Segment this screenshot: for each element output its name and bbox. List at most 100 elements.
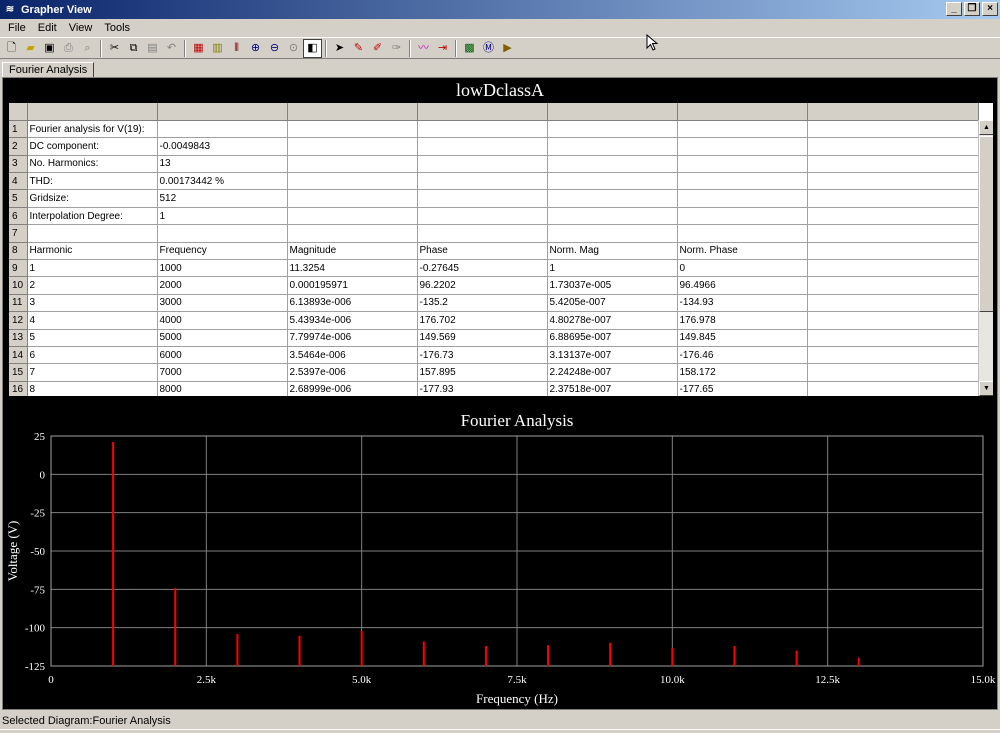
table-cell[interactable]: 4000 <box>157 311 288 330</box>
table-cell[interactable]: Frequency <box>157 242 288 261</box>
table-cell[interactable]: 176.702 <box>417 311 548 330</box>
table-cell[interactable] <box>547 172 678 191</box>
row-number[interactable]: 16 <box>9 381 28 396</box>
menu-file[interactable]: File <box>2 19 32 37</box>
table-cell[interactable] <box>677 155 808 174</box>
table-cell[interactable]: 158.172 <box>677 363 808 382</box>
table-cell[interactable]: 8 <box>27 381 158 396</box>
column-header[interactable] <box>677 103 808 121</box>
table-cell[interactable]: 5.4205e-007 <box>547 294 678 313</box>
scroll-thumb[interactable] <box>979 136 993 312</box>
cut-icon[interactable]: ✂ <box>105 39 124 58</box>
table-cell[interactable] <box>547 137 678 156</box>
table-cell[interactable]: 176.978 <box>677 311 808 330</box>
table-cell[interactable]: 2000 <box>157 276 288 295</box>
add-marker-icon[interactable]: 〰 <box>414 39 433 58</box>
copy-icon[interactable]: ⧉ <box>124 39 143 58</box>
bar-icon[interactable]: ⫴ <box>227 39 246 58</box>
table-cell[interactable]: -134.93 <box>677 294 808 313</box>
row-number[interactable]: 14 <box>9 346 28 365</box>
table-cell[interactable]: 3.5464e-006 <box>287 346 418 365</box>
overlay-icon[interactable]: ▶ <box>498 39 517 58</box>
column-header[interactable] <box>287 103 418 121</box>
row-number[interactable]: 10 <box>9 276 28 295</box>
toggle-marker-icon[interactable]: ✐ <box>368 39 387 58</box>
row-number[interactable]: 12 <box>9 311 28 330</box>
table-cell[interactable]: 13 <box>157 155 288 174</box>
column-header[interactable] <box>807 103 979 121</box>
table-cell[interactable]: -177.93 <box>417 381 548 396</box>
row-number[interactable]: 2 <box>9 137 28 156</box>
table-cell[interactable]: 6.88695e-007 <box>547 329 678 347</box>
table-cell[interactable]: 3.13137e-007 <box>547 346 678 365</box>
table-cell[interactable]: -176.46 <box>677 346 808 365</box>
table-cell[interactable]: -135.2 <box>417 294 548 313</box>
scroll-down-button[interactable]: ▼ <box>979 381 993 396</box>
table-cell[interactable] <box>287 189 418 208</box>
table-cell[interactable] <box>677 137 808 156</box>
table-cell[interactable]: No. Harmonics: <box>27 155 158 174</box>
menu-view[interactable]: View <box>63 19 99 37</box>
table-cell[interactable]: 5000 <box>157 329 288 347</box>
table-cell[interactable]: 2.5397e-006 <box>287 363 418 382</box>
table-cell[interactable] <box>547 189 678 208</box>
close-button[interactable]: × <box>982 2 998 16</box>
table-cell[interactable] <box>677 224 808 243</box>
table-cell[interactable] <box>287 155 418 174</box>
column-header[interactable] <box>27 103 158 121</box>
zoom-fit-icon[interactable]: ⊙ <box>284 39 303 58</box>
export-icon[interactable]: ⇥ <box>433 39 452 58</box>
table-cell[interactable]: 5.43934e-006 <box>287 311 418 330</box>
select-marker-icon[interactable]: ➤ <box>330 39 349 58</box>
reverse-colors-icon[interactable]: ◧ <box>303 38 322 58</box>
menu-tools[interactable]: Tools <box>98 19 136 37</box>
table-cell[interactable]: 5 <box>27 329 158 347</box>
table-cell[interactable]: 1 <box>157 207 288 226</box>
table-cell[interactable]: 0 <box>677 259 808 278</box>
row-number[interactable]: 5 <box>9 189 28 208</box>
table-cell[interactable]: Harmonic <box>27 242 158 261</box>
row-number[interactable]: 3 <box>9 155 28 174</box>
table-cell[interactable]: 96.2202 <box>417 276 548 295</box>
row-number[interactable]: 7 <box>9 224 28 243</box>
zoom-out-icon[interactable]: ⊖ <box>265 39 284 58</box>
open-icon[interactable]: ▰ <box>21 39 40 58</box>
table-cell[interactable] <box>677 172 808 191</box>
table-cell[interactable]: 8000 <box>157 381 288 396</box>
table-cell[interactable]: 96.4966 <box>677 276 808 295</box>
row-number[interactable]: 15 <box>9 363 28 382</box>
table-cell[interactable]: -177.65 <box>677 381 808 396</box>
grid-corner[interactable] <box>9 103 28 121</box>
table-cell[interactable]: 0.00173442 % <box>157 172 288 191</box>
table-cell[interactable]: 7 <box>27 363 158 382</box>
table-cell[interactable]: 2.24248e-007 <box>547 363 678 382</box>
table-cell[interactable]: 3000 <box>157 294 288 313</box>
save-icon[interactable]: ▣ <box>40 39 59 58</box>
table-cell[interactable]: 149.845 <box>677 329 808 347</box>
table-cell[interactable]: 1000 <box>157 259 288 278</box>
table-cell[interactable] <box>547 224 678 243</box>
table-cell[interactable]: 2.37518e-007 <box>547 381 678 396</box>
table-cell[interactable]: 6.13893e-006 <box>287 294 418 313</box>
column-header[interactable] <box>547 103 678 121</box>
table-cell[interactable]: 512 <box>157 189 288 208</box>
row-number[interactable]: 8 <box>9 242 28 261</box>
table-cell[interactable]: THD: <box>27 172 158 191</box>
table-cell[interactable] <box>547 155 678 174</box>
select-trace-icon[interactable]: ✎ <box>349 39 368 58</box>
delete-marker-icon[interactable]: ✑ <box>387 39 406 58</box>
zoom-in-icon[interactable]: ⊕ <box>246 39 265 58</box>
table-cell[interactable] <box>157 224 288 243</box>
table-cell[interactable]: 1 <box>547 259 678 278</box>
table-cell[interactable] <box>417 120 548 139</box>
table-cell[interactable]: Gridsize: <box>27 189 158 208</box>
table-cell[interactable]: 7000 <box>157 363 288 382</box>
table-cell[interactable]: Norm. Mag <box>547 242 678 261</box>
table-cell[interactable] <box>287 172 418 191</box>
title-bar[interactable]: ≋ Grapher View _ ❐ × <box>0 0 1000 19</box>
table-cell[interactable]: -176.73 <box>417 346 548 365</box>
table-cell[interactable] <box>417 137 548 156</box>
row-number[interactable]: 1 <box>9 120 28 139</box>
minimize-button[interactable]: _ <box>946 2 962 16</box>
table-cell[interactable] <box>547 120 678 139</box>
